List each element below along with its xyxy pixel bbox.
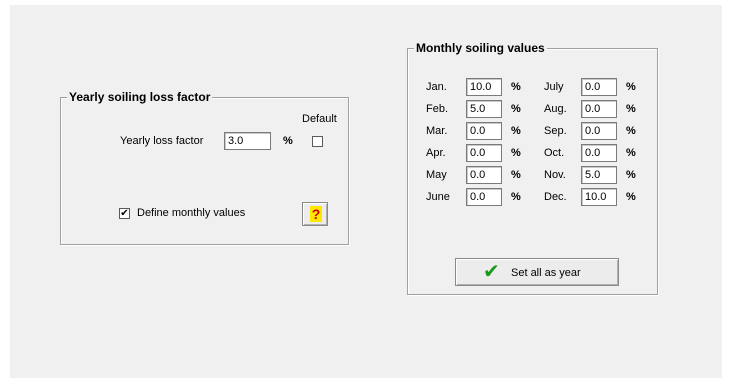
month-label: Feb. bbox=[426, 103, 449, 115]
month-value-input[interactable]: 0.0 bbox=[466, 166, 502, 184]
month-unit: % bbox=[626, 81, 636, 93]
month-value-input[interactable]: 0.0 bbox=[581, 100, 617, 118]
month-label: Jan. bbox=[426, 81, 447, 93]
month-unit: % bbox=[511, 169, 521, 181]
month-unit: % bbox=[626, 125, 636, 137]
month-label: Aug. bbox=[544, 103, 567, 115]
month-unit: % bbox=[511, 191, 521, 203]
month-unit: % bbox=[626, 169, 636, 181]
default-checkbox[interactable] bbox=[312, 136, 323, 147]
month-value-input[interactable]: 0.0 bbox=[581, 122, 617, 140]
help-button[interactable]: ? bbox=[302, 202, 328, 226]
define-monthly-checkbox[interactable]: ✔ bbox=[119, 208, 130, 219]
month-label: May bbox=[426, 169, 447, 181]
month-unit: % bbox=[626, 103, 636, 115]
define-monthly-label: Define monthly values bbox=[137, 207, 246, 219]
month-value-input[interactable]: 0.0 bbox=[466, 122, 502, 140]
month-label: Apr. bbox=[426, 147, 446, 159]
yearly-loss-label: Yearly loss factor bbox=[120, 135, 204, 147]
yearly-soiling-group: Yearly soiling loss factor Default Yearl… bbox=[60, 90, 349, 245]
month-value-input[interactable]: 5.0 bbox=[466, 100, 502, 118]
month-unit: % bbox=[626, 191, 636, 203]
month-value-input[interactable]: 5.0 bbox=[581, 166, 617, 184]
month-value-input[interactable]: 0.0 bbox=[581, 78, 617, 96]
checkmark-icon: ✔ bbox=[483, 261, 500, 283]
monthly-group-title: Monthly soiling values bbox=[414, 41, 547, 55]
month-unit: % bbox=[511, 125, 521, 137]
month-value-input[interactable]: 10.0 bbox=[466, 78, 502, 96]
month-unit: % bbox=[626, 147, 636, 159]
month-value-input[interactable]: 0.0 bbox=[466, 188, 502, 206]
month-value-input[interactable]: 0.0 bbox=[581, 144, 617, 162]
month-label: Sep. bbox=[544, 125, 567, 137]
month-label: Mar. bbox=[426, 125, 448, 137]
default-label: Default bbox=[302, 113, 337, 125]
soiling-panel: Yearly soiling loss factor Default Yearl… bbox=[10, 5, 722, 378]
yearly-loss-input[interactable]: 3.0 bbox=[224, 132, 271, 150]
month-value-input[interactable]: 0.0 bbox=[466, 144, 502, 162]
help-icon: ? bbox=[310, 206, 322, 222]
month-label: Nov. bbox=[544, 169, 566, 181]
month-label: July bbox=[544, 81, 564, 93]
month-unit: % bbox=[511, 81, 521, 93]
month-value-input[interactable]: 10.0 bbox=[581, 188, 617, 206]
month-label: Oct. bbox=[544, 147, 565, 159]
set-all-label: Set all as year bbox=[511, 267, 581, 279]
month-label: Dec. bbox=[544, 191, 567, 203]
monthly-soiling-group: Monthly soiling values Jan. 10.0% Feb. 5.0%… bbox=[407, 41, 658, 295]
month-unit: % bbox=[511, 103, 521, 115]
yearly-loss-unit: % bbox=[283, 135, 293, 147]
month-label: June bbox=[426, 191, 450, 203]
yearly-group-title: Yearly soiling loss factor bbox=[67, 90, 213, 104]
set-all-as-year-button[interactable]: ✔ Set all as year bbox=[455, 258, 619, 286]
month-unit: % bbox=[511, 147, 521, 159]
